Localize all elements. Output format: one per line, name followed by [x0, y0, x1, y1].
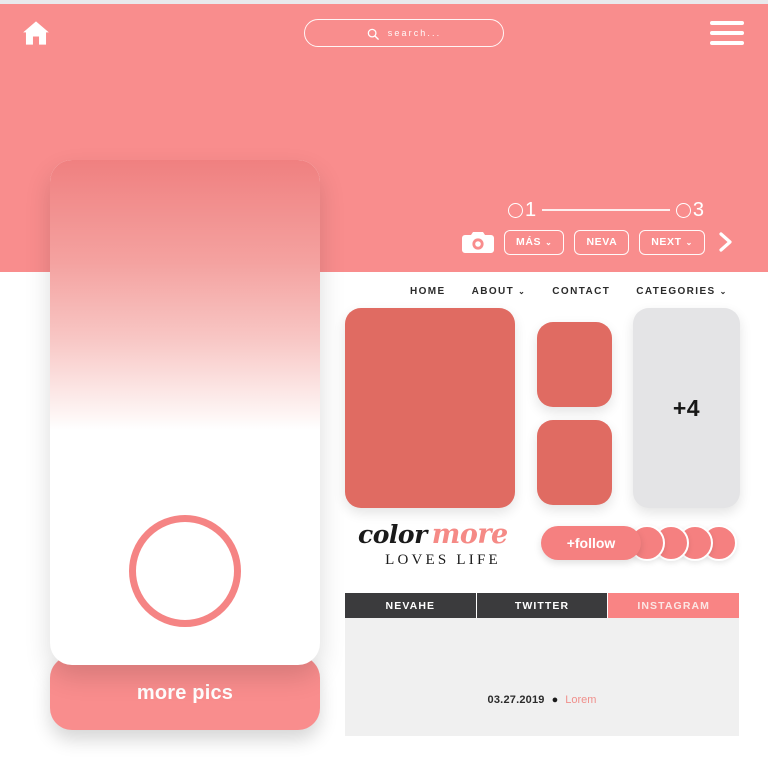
feed-content-panel: 03.27.2019 ● Lorem	[345, 618, 739, 736]
post-date: 03.27.2019	[487, 694, 545, 706]
hamburger-bar-1	[710, 21, 744, 25]
search-input[interactable]: search...	[304, 19, 504, 47]
step-circle-icon	[508, 202, 523, 218]
page-root: search... 1 3 MÁS ⌄ NEVA NEXT ⌄ more pic…	[0, 0, 768, 768]
tab-twitter-label: TWITTER	[514, 599, 570, 612]
gallery-tile-main[interactable]	[345, 308, 515, 508]
search-placeholder: search...	[387, 28, 442, 38]
step-connector-line	[542, 209, 670, 211]
brand-word-color: color	[358, 520, 427, 549]
brand-word-more: more	[431, 519, 508, 550]
chevron-down-icon: ⌄	[545, 238, 553, 247]
feed-tabs: NEVAHE TWITTER INSTAGRAM	[345, 593, 740, 618]
hamburger-menu-icon[interactable]	[710, 21, 744, 45]
brand-title: color more	[358, 521, 528, 548]
nav-item-home-label: HOME	[410, 285, 446, 297]
next-button[interactable]: NEXT ⌄	[639, 229, 705, 255]
post-meta: 03.27.2019 ● Lorem	[345, 694, 739, 706]
gallery-more-count: +4	[672, 394, 701, 421]
step-circle-icon	[675, 202, 691, 218]
neva-button[interactable]: NEVA	[574, 229, 630, 255]
chevron-down-icon: ⌄	[685, 238, 693, 247]
tab-instagram[interactable]: INSTAGRAM	[608, 593, 740, 618]
step-indicator: 1 3	[508, 196, 704, 224]
step-start[interactable]: 1	[508, 199, 536, 222]
post-tag[interactable]: Lorem	[565, 694, 596, 706]
tab-nevahe[interactable]: NEVAHE	[345, 593, 477, 618]
brand-tagline: LOVES LIFE	[385, 552, 501, 568]
tab-nevahe-label: NEVAHE	[385, 599, 436, 612]
home-icon[interactable]	[22, 20, 50, 46]
gallery-tile-small-2[interactable]	[537, 420, 612, 505]
gallery-more-tile[interactable]: +4	[633, 308, 740, 508]
search-icon	[367, 27, 379, 40]
top-navigation: HOME ABOUT ⌄ CONTACT CATEGORIES ⌄	[410, 282, 728, 300]
meta-separator-dot: ●	[551, 693, 559, 706]
profile-cover-gradient	[50, 160, 320, 430]
mas-button[interactable]: MÁS ⌄	[504, 229, 565, 255]
more-pics-label: more pics	[136, 681, 234, 704]
brand-logo: color more LOVES LIFE	[358, 521, 528, 569]
nav-item-about-label: ABOUT	[471, 285, 515, 297]
chevron-right-icon[interactable]	[717, 230, 734, 254]
step-end[interactable]: 3	[675, 198, 704, 222]
step-end-label: 3	[692, 198, 704, 221]
camera-control-row: MÁS ⌄ NEVA NEXT ⌄	[462, 226, 734, 258]
chevron-down-icon: ⌄	[719, 287, 728, 296]
nav-item-categories[interactable]: CATEGORIES ⌄	[636, 286, 728, 297]
mas-button-label: MÁS	[516, 236, 542, 248]
follow-button[interactable]: +follow	[541, 526, 641, 560]
nav-item-home[interactable]: HOME	[410, 286, 446, 297]
top-edge-strip	[0, 0, 768, 4]
tab-instagram-label: INSTAGRAM	[637, 599, 711, 612]
tab-twitter[interactable]: TWITTER	[476, 593, 609, 618]
neva-button-label: NEVA	[586, 236, 618, 248]
avatar[interactable]	[129, 515, 241, 627]
hamburger-bar-2	[710, 31, 744, 35]
gallery-tile-small-1[interactable]	[537, 322, 612, 407]
profile-card: Following 2346 Followers 2378 + 105 K	[50, 160, 320, 665]
hamburger-bar-3	[710, 41, 744, 45]
photo-gallery: +4	[345, 308, 740, 508]
camera-icon[interactable]	[462, 230, 494, 254]
chevron-down-icon: ⌄	[518, 287, 527, 296]
follow-button-label: +follow	[566, 535, 616, 551]
nav-item-contact[interactable]: CONTACT	[552, 286, 610, 297]
next-button-label: NEXT	[651, 236, 682, 248]
step-start-label: 1	[525, 198, 537, 221]
nav-item-about[interactable]: ABOUT ⌄	[472, 286, 527, 297]
follow-section: +follow	[541, 524, 737, 562]
nav-item-contact-label: CONTACT	[552, 285, 611, 297]
nav-item-categories-label: CATEGORIES	[636, 285, 716, 297]
